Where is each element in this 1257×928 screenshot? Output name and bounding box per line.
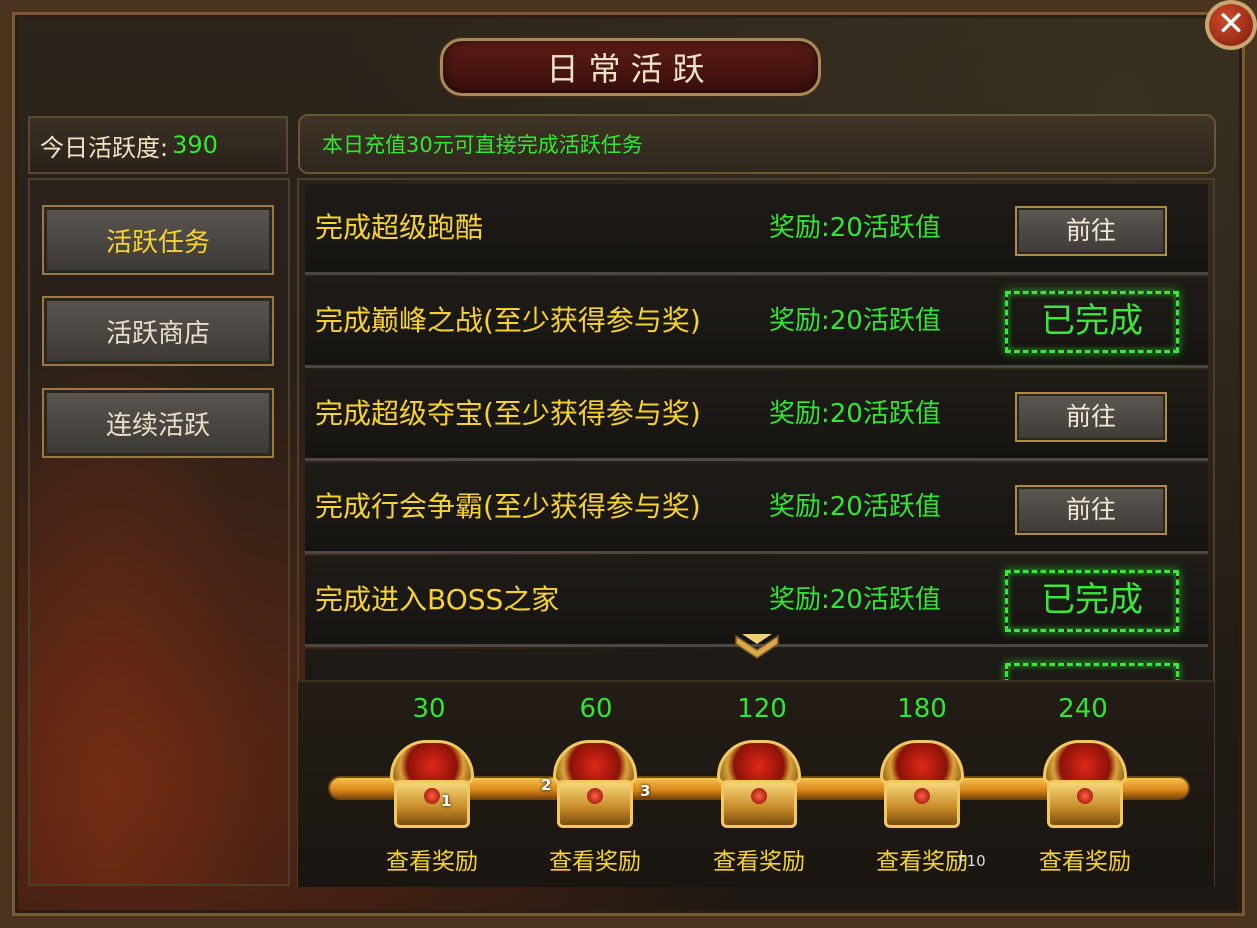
marker-number: 3 bbox=[640, 782, 651, 800]
task-row: 完成行会争霸(至少获得参与奖) 奖励:20活跃值 前往 bbox=[305, 463, 1208, 554]
treasure-chest-icon[interactable] bbox=[386, 740, 478, 832]
scroll-down-icon[interactable] bbox=[734, 632, 780, 662]
milestone-threshold: 60 bbox=[579, 694, 613, 724]
recharge-notice: 本日充值30元可直接完成活跃任务 bbox=[298, 114, 1216, 174]
milestone-threshold: 120 bbox=[737, 694, 787, 724]
go-button[interactable]: 前往 bbox=[1015, 206, 1167, 256]
completed-badge: 已完成 bbox=[1005, 570, 1179, 632]
treasure-chest-icon[interactable] bbox=[876, 740, 968, 832]
view-reward-link[interactable]: 查看奖励 bbox=[367, 842, 497, 876]
task-reward: 奖励:20活跃值 bbox=[769, 213, 941, 243]
task-name: 完成进入BOSS之家 bbox=[315, 583, 560, 616]
hotkey-label: F10 bbox=[958, 852, 986, 870]
sidebar-item-streak[interactable]: 连续活跃 bbox=[42, 388, 274, 458]
task-reward: 奖励:20活跃值 bbox=[769, 585, 941, 615]
view-reward-link[interactable]: 查看奖励 bbox=[1020, 842, 1150, 876]
task-name: 完成超级夺宝(至少获得参与奖) bbox=[315, 397, 701, 430]
milestone-threshold: 30 bbox=[412, 694, 446, 724]
activity-score: 今日活跃度: 390 bbox=[28, 116, 288, 174]
task-reward: 奖励:20活跃值 bbox=[769, 399, 941, 429]
task-name: 完成行会争霸(至少获得参与奖) bbox=[315, 490, 701, 523]
notice-text: 本日充值30元可直接完成活跃任务 bbox=[322, 133, 643, 157]
task-reward: 奖励:20活跃值 bbox=[769, 306, 941, 336]
task-row: 完成超级跑酷 奖励:20活跃值 前往 bbox=[305, 184, 1208, 275]
view-reward-link[interactable]: 查看奖励 bbox=[530, 842, 660, 876]
sidebar bbox=[28, 178, 290, 886]
close-icon[interactable]: ✕ bbox=[1205, 0, 1257, 50]
milestone-threshold: 180 bbox=[897, 694, 947, 724]
activity-label: 今日活跃度: bbox=[40, 133, 169, 162]
marker-number: 1 bbox=[441, 792, 452, 810]
task-reward: 奖励:20活跃值 bbox=[769, 492, 941, 522]
treasure-chest-icon[interactable] bbox=[713, 740, 805, 832]
sidebar-item-label: 活跃商店 bbox=[105, 318, 210, 349]
go-button[interactable]: 前往 bbox=[1015, 485, 1167, 535]
sidebar-item-label: 活跃任务 bbox=[105, 227, 210, 258]
marker-number: 2 bbox=[541, 776, 552, 794]
sidebar-item-shop[interactable]: 活跃商店 bbox=[42, 296, 274, 366]
view-reward-link[interactable]: 查看奖励 bbox=[694, 842, 824, 876]
task-row: 完成超级夺宝(至少获得参与奖) 奖励:20活跃值 前往 bbox=[305, 370, 1208, 461]
task-name: 完成超级跑酷 bbox=[315, 211, 484, 244]
completed-badge: 已完成 bbox=[1005, 291, 1179, 353]
activity-value: 390 bbox=[172, 131, 218, 159]
go-button[interactable]: 前往 bbox=[1015, 392, 1167, 442]
sidebar-item-tasks[interactable]: 活跃任务 bbox=[42, 205, 274, 275]
treasure-chest-icon[interactable] bbox=[549, 740, 641, 832]
task-row: 完成巅峰之战(至少获得参与奖) 奖励:20活跃值 已完成 bbox=[305, 277, 1208, 368]
task-name: 完成巅峰之战(至少获得参与奖) bbox=[315, 304, 701, 337]
window-title: 日常活跃 bbox=[546, 50, 715, 88]
milestone-threshold: 240 bbox=[1058, 694, 1108, 724]
title-plate: 日常活跃 bbox=[440, 38, 821, 96]
treasure-chest-icon[interactable] bbox=[1039, 740, 1131, 832]
sidebar-item-label: 连续活跃 bbox=[105, 410, 210, 441]
